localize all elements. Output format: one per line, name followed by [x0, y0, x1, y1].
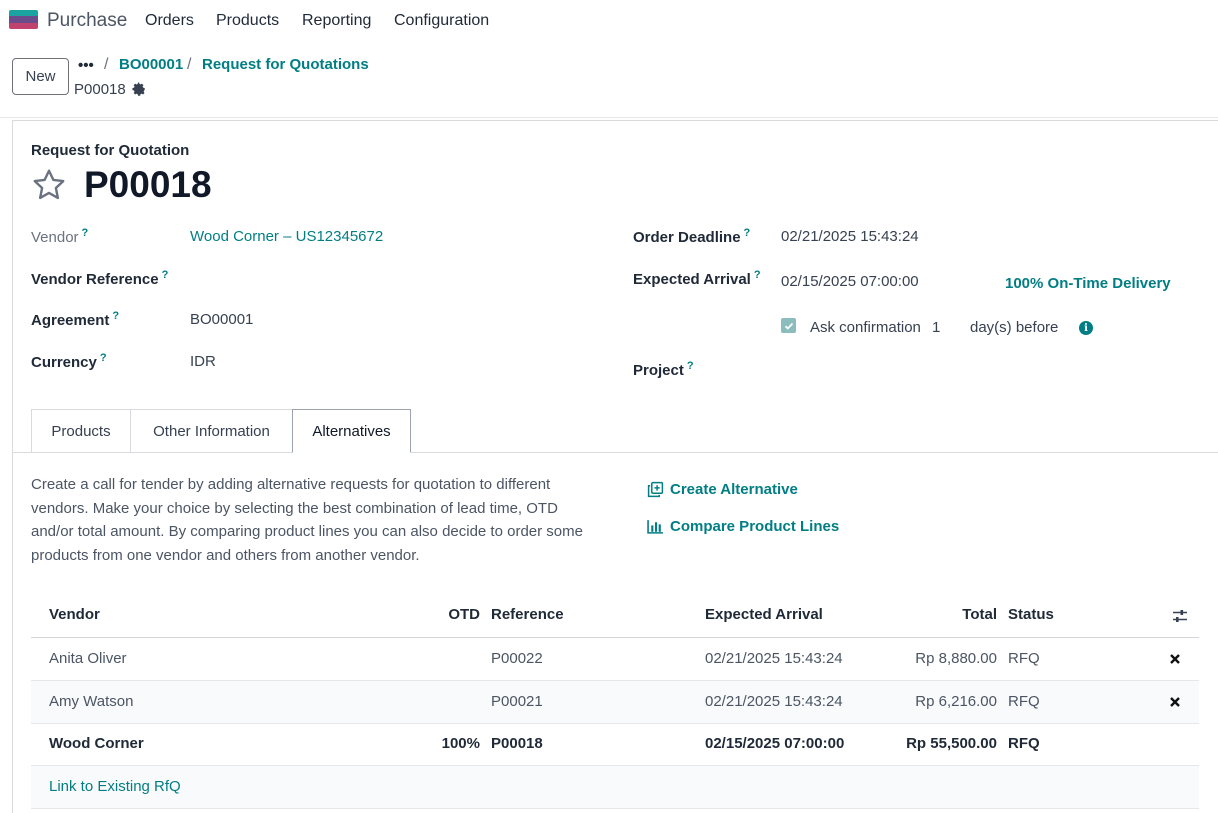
agreement-label: Agreement?: [31, 310, 120, 329]
breadcrumb-more-button[interactable]: •••: [78, 57, 94, 74]
row-otd: 100%: [441, 735, 480, 752]
expected-arrival-field[interactable]: 02/15/2025 07:00:00: [781, 273, 919, 290]
ask-confirmation-days-input[interactable]: 1: [932, 319, 940, 336]
row-reference: P00022: [491, 650, 543, 667]
remove-icon[interactable]: [1169, 696, 1181, 708]
page-title: P00018: [84, 164, 212, 205]
ask-confirmation-suffix: day(s) before: [970, 319, 1059, 336]
ask-confirmation-checkbox[interactable]: [781, 318, 796, 333]
alternatives-table-header: Vendor OTD Reference Expected Arrival To…: [31, 595, 1199, 638]
menu-products[interactable]: Products: [216, 12, 279, 30]
menu-orders[interactable]: Orders: [145, 12, 194, 30]
row-status: RFQ: [1008, 650, 1040, 667]
control-panel-divider: [0, 117, 1218, 118]
copy-icon: [647, 481, 664, 498]
gear-icon[interactable]: [132, 82, 146, 96]
table-row-current[interactable]: Wood Corner 100% P00018 02/15/2025 07:00…: [31, 723, 1199, 766]
row-total: Rp 55,500.00: [906, 735, 997, 752]
currency-label: Currency?: [31, 352, 107, 371]
column-vendor[interactable]: Vendor: [49, 606, 100, 623]
column-otd[interactable]: OTD: [448, 606, 480, 623]
vendor-label: Vendor?: [31, 227, 89, 246]
optional-columns-icon[interactable]: [1171, 607, 1189, 625]
on-time-delivery-button[interactable]: 100% On-Time Delivery: [1005, 275, 1171, 292]
row-expected-arrival: 02/21/2025 15:43:24: [705, 693, 843, 710]
link-existing-rfq-button[interactable]: Link to Existing RfQ: [49, 778, 181, 795]
top-navbar: Purchase Orders Products Reporting Confi…: [0, 0, 1218, 42]
ask-confirmation-label: Ask confirmation: [810, 319, 921, 336]
row-vendor: Wood Corner: [49, 735, 144, 752]
table-row[interactable]: Amy Watson P00021 02/21/2025 15:43:24 Rp…: [31, 681, 1199, 724]
breadcrumb-separator: /: [104, 56, 109, 73]
column-status[interactable]: Status: [1008, 606, 1054, 623]
create-alternative-button[interactable]: Create Alternative: [647, 481, 798, 498]
menu-reporting[interactable]: Reporting: [302, 12, 371, 30]
order-deadline-field[interactable]: 02/21/2025 15:43:24: [781, 228, 919, 245]
project-label: Project?: [633, 360, 694, 379]
info-icon[interactable]: i: [1079, 321, 1093, 335]
row-total: Rp 8,880.00: [915, 650, 997, 667]
bar-chart-icon: [647, 520, 663, 534]
breadcrumb-current: P00018: [74, 81, 126, 98]
purchase-app-icon[interactable]: [9, 10, 38, 29]
star-icon[interactable]: [30, 167, 68, 203]
row-vendor: Amy Watson: [49, 693, 134, 710]
tab-alternatives[interactable]: Alternatives: [292, 409, 411, 453]
tab-other-information[interactable]: Other Information: [130, 409, 293, 453]
order-deadline-label: Order Deadline?: [633, 227, 751, 246]
row-reference: P00021: [491, 693, 543, 710]
table-row[interactable]: Anita Oliver P00022 02/21/2025 15:43:24 …: [31, 638, 1199, 681]
agreement-field[interactable]: BO00001: [190, 311, 253, 328]
currency-field[interactable]: IDR: [190, 353, 216, 370]
remove-icon[interactable]: [1169, 653, 1181, 665]
new-button[interactable]: New: [12, 58, 69, 95]
expected-arrival-label: Expected Arrival?: [633, 269, 761, 288]
column-total[interactable]: Total: [962, 606, 997, 623]
row-reference: P00018: [491, 735, 543, 752]
row-status: RFQ: [1008, 693, 1040, 710]
check-icon: [784, 322, 793, 330]
row-expected-arrival: 02/15/2025 07:00:00: [705, 735, 845, 752]
column-reference[interactable]: Reference: [491, 606, 564, 623]
vendor-reference-label: Vendor Reference?: [31, 269, 169, 288]
column-expected-arrival[interactable]: Expected Arrival: [705, 606, 823, 623]
compare-product-lines-button[interactable]: Compare Product Lines: [647, 518, 839, 535]
breadcrumb-agreement[interactable]: BO00001: [119, 56, 183, 73]
row-total: Rp 6,216.00: [915, 693, 997, 710]
row-expected-arrival: 02/21/2025 15:43:24: [705, 650, 843, 667]
app-name[interactable]: Purchase: [47, 10, 127, 32]
menu-configuration[interactable]: Configuration: [394, 12, 489, 30]
breadcrumb-separator: /: [187, 56, 192, 73]
table-footer-row: Link to Existing RfQ: [31, 766, 1199, 809]
alternatives-help-text: Create a call for tender by adding alter…: [31, 476, 583, 564]
tab-products[interactable]: Products: [31, 409, 131, 453]
document-type-label: Request for Quotation: [31, 142, 190, 159]
row-status: RFQ: [1008, 735, 1040, 752]
row-vendor: Anita Oliver: [49, 650, 127, 667]
vendor-field[interactable]: Wood Corner – US12345672: [190, 228, 383, 245]
breadcrumb-rfq-list[interactable]: Request for Quotations: [202, 56, 369, 73]
